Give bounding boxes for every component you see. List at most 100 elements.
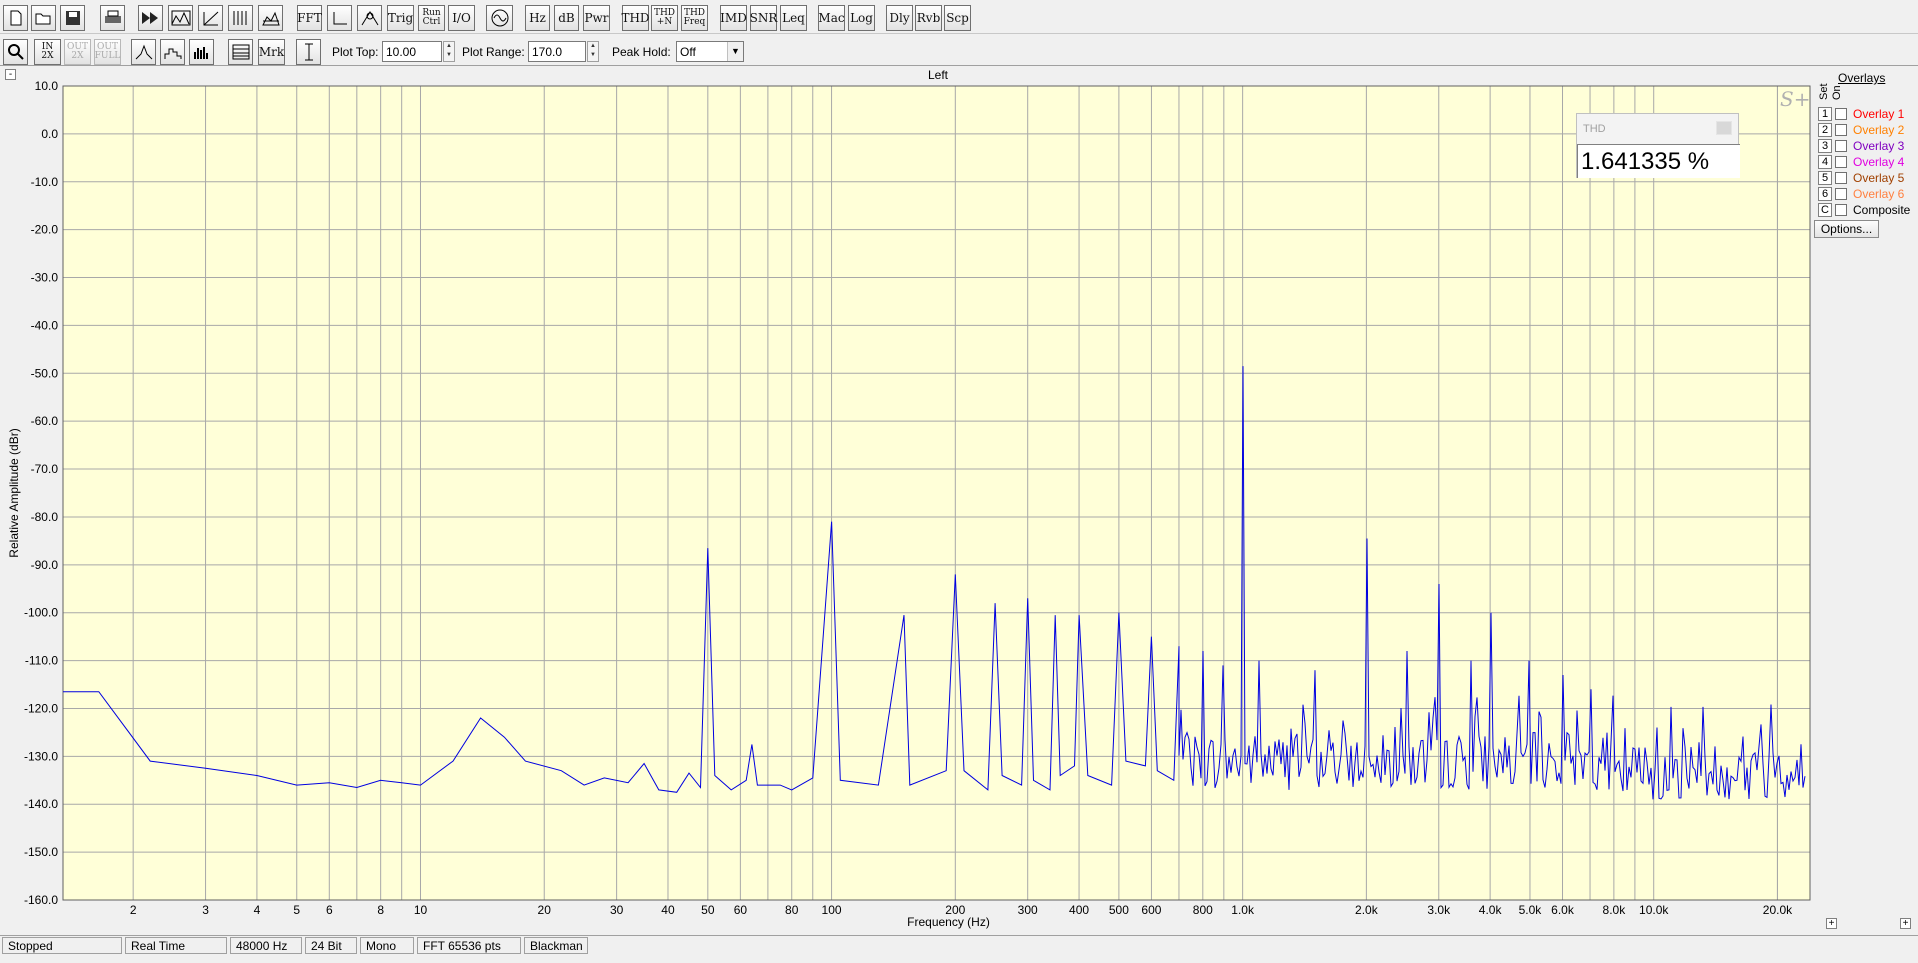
y-tick-label: -40.0: [31, 318, 59, 332]
overlay-on-checkbox[interactable]: [1835, 107, 1847, 120]
dly-button[interactable]: Dly: [886, 5, 913, 31]
x-axis-label: Frequency (Hz): [907, 915, 990, 929]
x-tick-label: 400: [1069, 903, 1089, 917]
overlay-row: 2 Overlay 2: [1818, 122, 1904, 137]
3d-button[interactable]: [258, 5, 283, 31]
overlay-set-button[interactable]: 2: [1818, 122, 1832, 137]
overlay-set-button[interactable]: 6: [1818, 186, 1832, 201]
vertical-cursor-icon: [304, 43, 313, 61]
y-tick-label: -140.0: [24, 797, 58, 811]
x-tick-label: 3.0k: [1427, 903, 1451, 917]
overlay-row: 4 Overlay 4: [1818, 154, 1904, 169]
status-field: 48000 Hz: [230, 937, 302, 954]
scp-button[interactable]: Scp: [944, 5, 971, 31]
x-tick-label: 40: [661, 903, 675, 917]
mac-button[interactable]: Mac: [818, 5, 845, 31]
thd-readout-panel: THD 1.641335 %: [1576, 113, 1740, 178]
fft-button[interactable]: FFT: [297, 5, 322, 31]
x-tick-label: 80: [785, 903, 799, 917]
y-tick-label: -130.0: [24, 749, 58, 763]
io-button[interactable]: I/O: [448, 5, 475, 31]
y-tick-label: 0.0: [41, 127, 58, 141]
line-plot-button[interactable]: [131, 39, 156, 65]
overlay-on-checkbox[interactable]: [1835, 187, 1847, 200]
overlay-options-button[interactable]: Options...: [1814, 220, 1879, 238]
plot-top-input[interactable]: 10.00: [382, 41, 442, 62]
print-button[interactable]: [100, 5, 125, 31]
zoom-out-full-button[interactable]: OUT FULL: [94, 39, 121, 65]
plot-range-input[interactable]: 170.0: [528, 41, 586, 62]
x-tick-label: 1.0k: [1231, 903, 1255, 917]
x-tick-label: 500: [1109, 903, 1129, 917]
status-field: Stopped: [2, 937, 122, 954]
bar-plot-button[interactable]: [189, 39, 214, 65]
snr-button[interactable]: SNR: [750, 5, 777, 31]
fast-forward-button[interactable]: [138, 5, 163, 31]
overlays-title[interactable]: Overlays: [1838, 71, 1885, 85]
overlay-on-checkbox[interactable]: [1835, 155, 1847, 168]
hz-button[interactable]: Hz: [525, 5, 550, 31]
overlay-on-checkbox[interactable]: [1835, 123, 1847, 136]
generator-button[interactable]: [486, 5, 513, 31]
x-tick-label: 20: [538, 903, 552, 917]
table-button[interactable]: [228, 39, 253, 65]
imd-button[interactable]: IMD: [720, 5, 747, 31]
overlay-on-checkbox[interactable]: [1835, 139, 1847, 152]
log-button[interactable]: Log: [848, 5, 875, 31]
octave-plot-button[interactable]: [160, 39, 185, 65]
zoom-in-2x-icon: IN 2X: [41, 42, 54, 61]
status-field: Blackman: [524, 937, 588, 954]
spectrum-chart[interactable]: 10.0 0.0 -10.0 -20.0 -30.0 -40.0 -50.0 -60.0 -70…: [0, 66, 1815, 935]
leq-button[interactable]: Leq: [780, 5, 807, 31]
plot-range-label: Plot Range:: [462, 45, 525, 59]
overlay-set-button[interactable]: 3: [1818, 138, 1832, 153]
ramp-button[interactable]: [198, 5, 223, 31]
thd-freq-button[interactable]: THD Freq: [681, 5, 708, 31]
overlay-on-checkbox[interactable]: [1835, 171, 1847, 184]
pwr-button[interactable]: Pwr: [583, 5, 610, 31]
plot-range-spinner[interactable]: ▲ ▼: [587, 41, 599, 62]
magnifier-icon: [7, 44, 24, 60]
axes-button[interactable]: [327, 5, 352, 31]
close-icon[interactable]: [1716, 121, 1732, 135]
peak-icon: [361, 11, 378, 26]
peak-button[interactable]: [357, 5, 382, 31]
rvb-button[interactable]: Rvb: [915, 5, 942, 31]
save-button[interactable]: [60, 5, 85, 31]
overlay-row: C Composite: [1818, 202, 1910, 217]
new-button[interactable]: [3, 5, 28, 31]
zoom-in-2x-button[interactable]: IN 2X: [34, 39, 61, 65]
main-toolbar: FFT Trig Run Ctrl I/O Hz dB Pwr THD THD …: [0, 0, 1918, 34]
overlay-set-button[interactable]: 1: [1818, 106, 1832, 121]
x-tick-label: 10: [414, 903, 428, 917]
db-button[interactable]: dB: [554, 5, 579, 31]
overlay-row: 3 Overlay 3: [1818, 138, 1904, 153]
overlay-expand-button[interactable]: +: [1900, 918, 1911, 929]
overlays-set-header: Set: [1818, 83, 1830, 100]
spectrogram-button[interactable]: [228, 5, 253, 31]
chevron-down-icon[interactable]: ▼: [727, 42, 743, 61]
trig-button[interactable]: Trig: [387, 5, 414, 31]
open-button[interactable]: [31, 5, 56, 31]
spectrum-button[interactable]: [168, 5, 193, 31]
run-ctrl-button[interactable]: Run Ctrl: [418, 5, 445, 31]
thd-n-button[interactable]: THD +N: [651, 5, 678, 31]
x-tick-label: 3: [202, 903, 209, 917]
overlay-set-button[interactable]: 4: [1818, 154, 1832, 169]
plot-expand-button[interactable]: +: [1826, 918, 1837, 929]
spectrum-icon: [171, 10, 190, 26]
overlay-on-checkbox[interactable]: [1835, 203, 1847, 216]
mrk-button[interactable]: Mrk: [258, 39, 285, 65]
zoom-out-2x-button[interactable]: OUT 2X: [64, 39, 91, 65]
printer-icon: [104, 10, 121, 23]
overlay-set-button[interactable]: C: [1818, 202, 1832, 217]
x-tick-label: 6: [326, 903, 333, 917]
x-tick-label: 300: [1018, 903, 1038, 917]
cursor-button[interactable]: [296, 39, 321, 65]
x-tick-label: 8.0k: [1603, 903, 1627, 917]
thd-button[interactable]: THD: [621, 5, 650, 31]
zoom-button[interactable]: [3, 39, 28, 65]
x-tick-label: 6.0k: [1551, 903, 1575, 917]
overlay-set-button[interactable]: 5: [1818, 170, 1832, 185]
plot-top-spinner[interactable]: ▲ ▼: [443, 41, 455, 62]
